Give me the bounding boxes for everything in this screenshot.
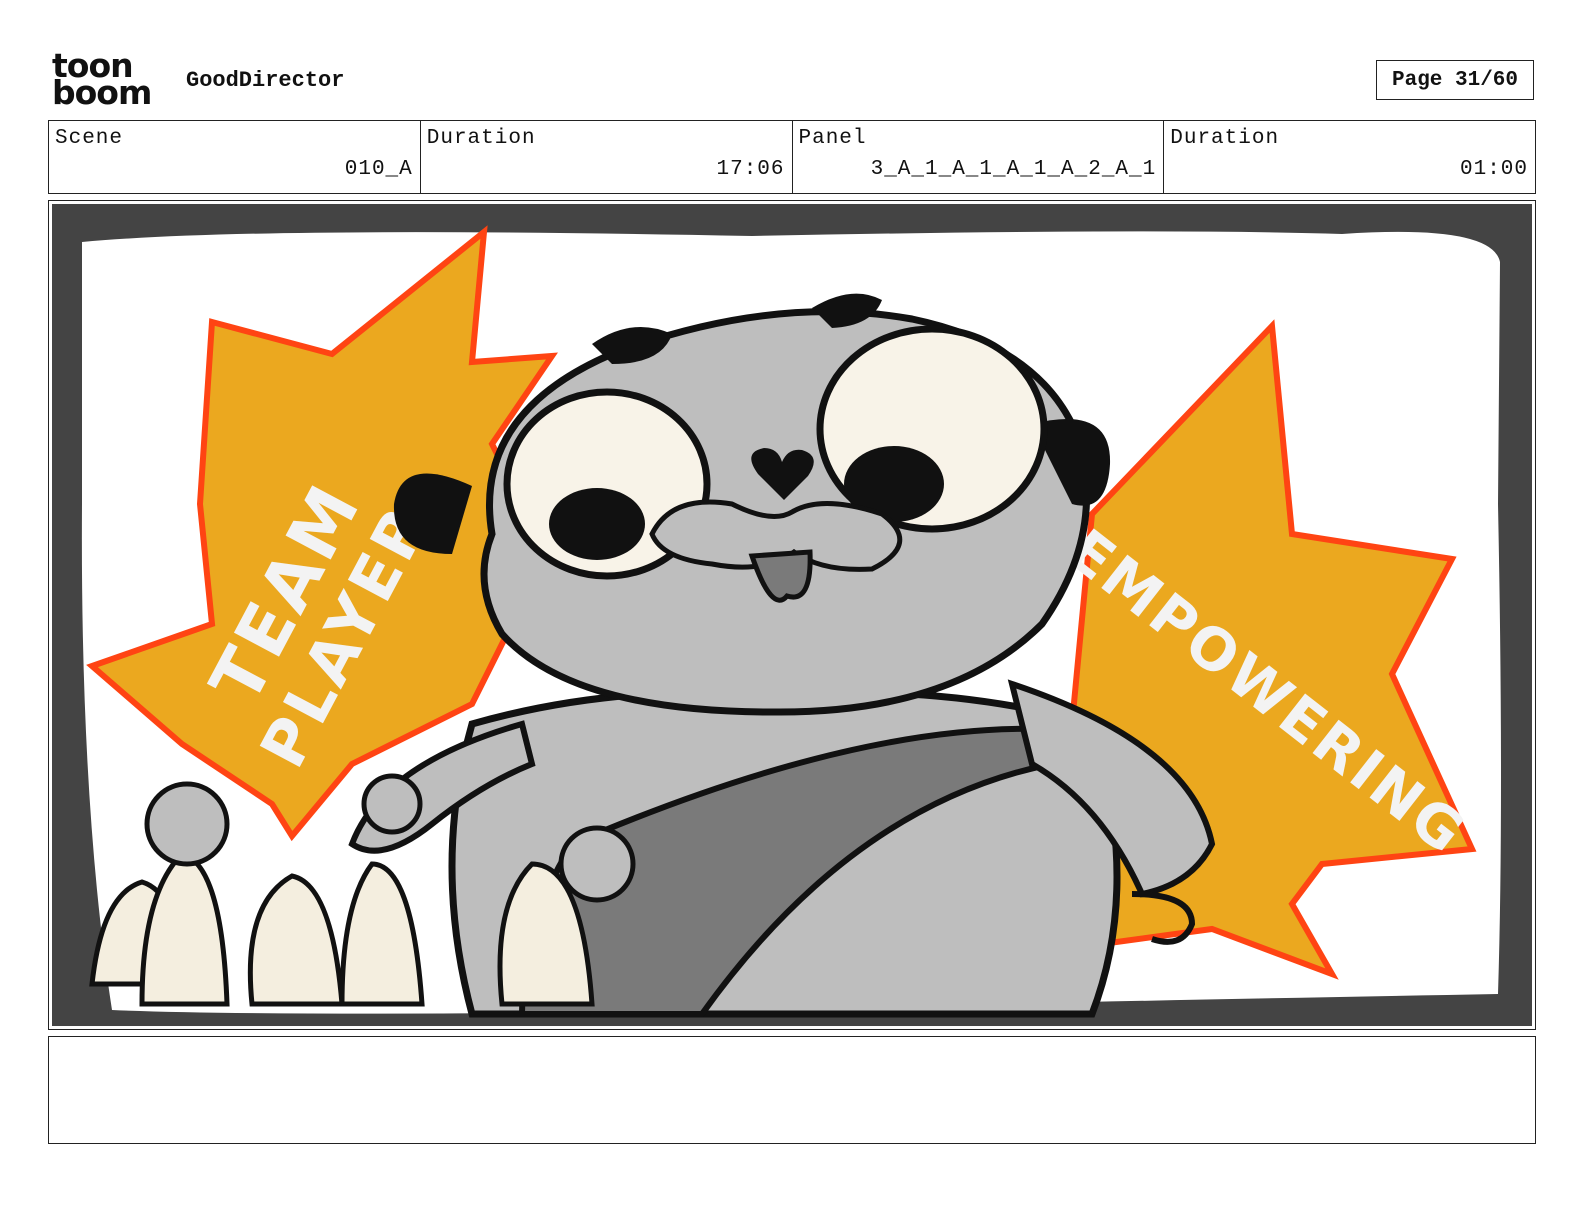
app-title: GoodDirector xyxy=(186,68,345,93)
panel-notes-box xyxy=(48,1036,1536,1144)
panel-drawing: TEAM PLAYER EMPOWERING xyxy=(52,204,1532,1026)
panel-duration-label: Duration xyxy=(1170,127,1280,150)
scene-info-table: Scene 010_A Duration 17:06 Panel 3_A_1_A… xyxy=(48,120,1536,194)
panel-duration-cell: Duration 01:00 xyxy=(1164,121,1535,193)
scene-value: 010_A xyxy=(344,158,413,181)
scene-duration-label: Duration xyxy=(426,127,536,150)
scene-cell: Scene 010_A xyxy=(49,121,421,193)
panel-value: 3_A_1_A_1_A_1_A_2_A_1 xyxy=(870,158,1157,181)
logo-bottom-text: boom xyxy=(52,73,152,112)
scene-duration-value: 17:06 xyxy=(716,158,785,181)
crowd-head-2 xyxy=(144,781,230,867)
storyboard-panel: TEAM PLAYER EMPOWERING xyxy=(48,200,1536,1030)
scene-duration-cell: Duration 17:06 xyxy=(421,121,793,193)
crowd-head-5 xyxy=(558,825,636,903)
panel-cell: Panel 3_A_1_A_1_A_1_A_2_A_1 xyxy=(793,121,1165,193)
panel-duration-value: 01:00 xyxy=(1459,158,1528,181)
crowd-head-4 xyxy=(361,773,423,835)
panel-label: Panel xyxy=(798,127,867,150)
scene-label: Scene xyxy=(55,127,124,150)
page-number-badge: Page 31/60 xyxy=(1376,60,1534,100)
left-pupil xyxy=(549,488,645,560)
toonboom-logo: toon boom xyxy=(52,49,164,112)
